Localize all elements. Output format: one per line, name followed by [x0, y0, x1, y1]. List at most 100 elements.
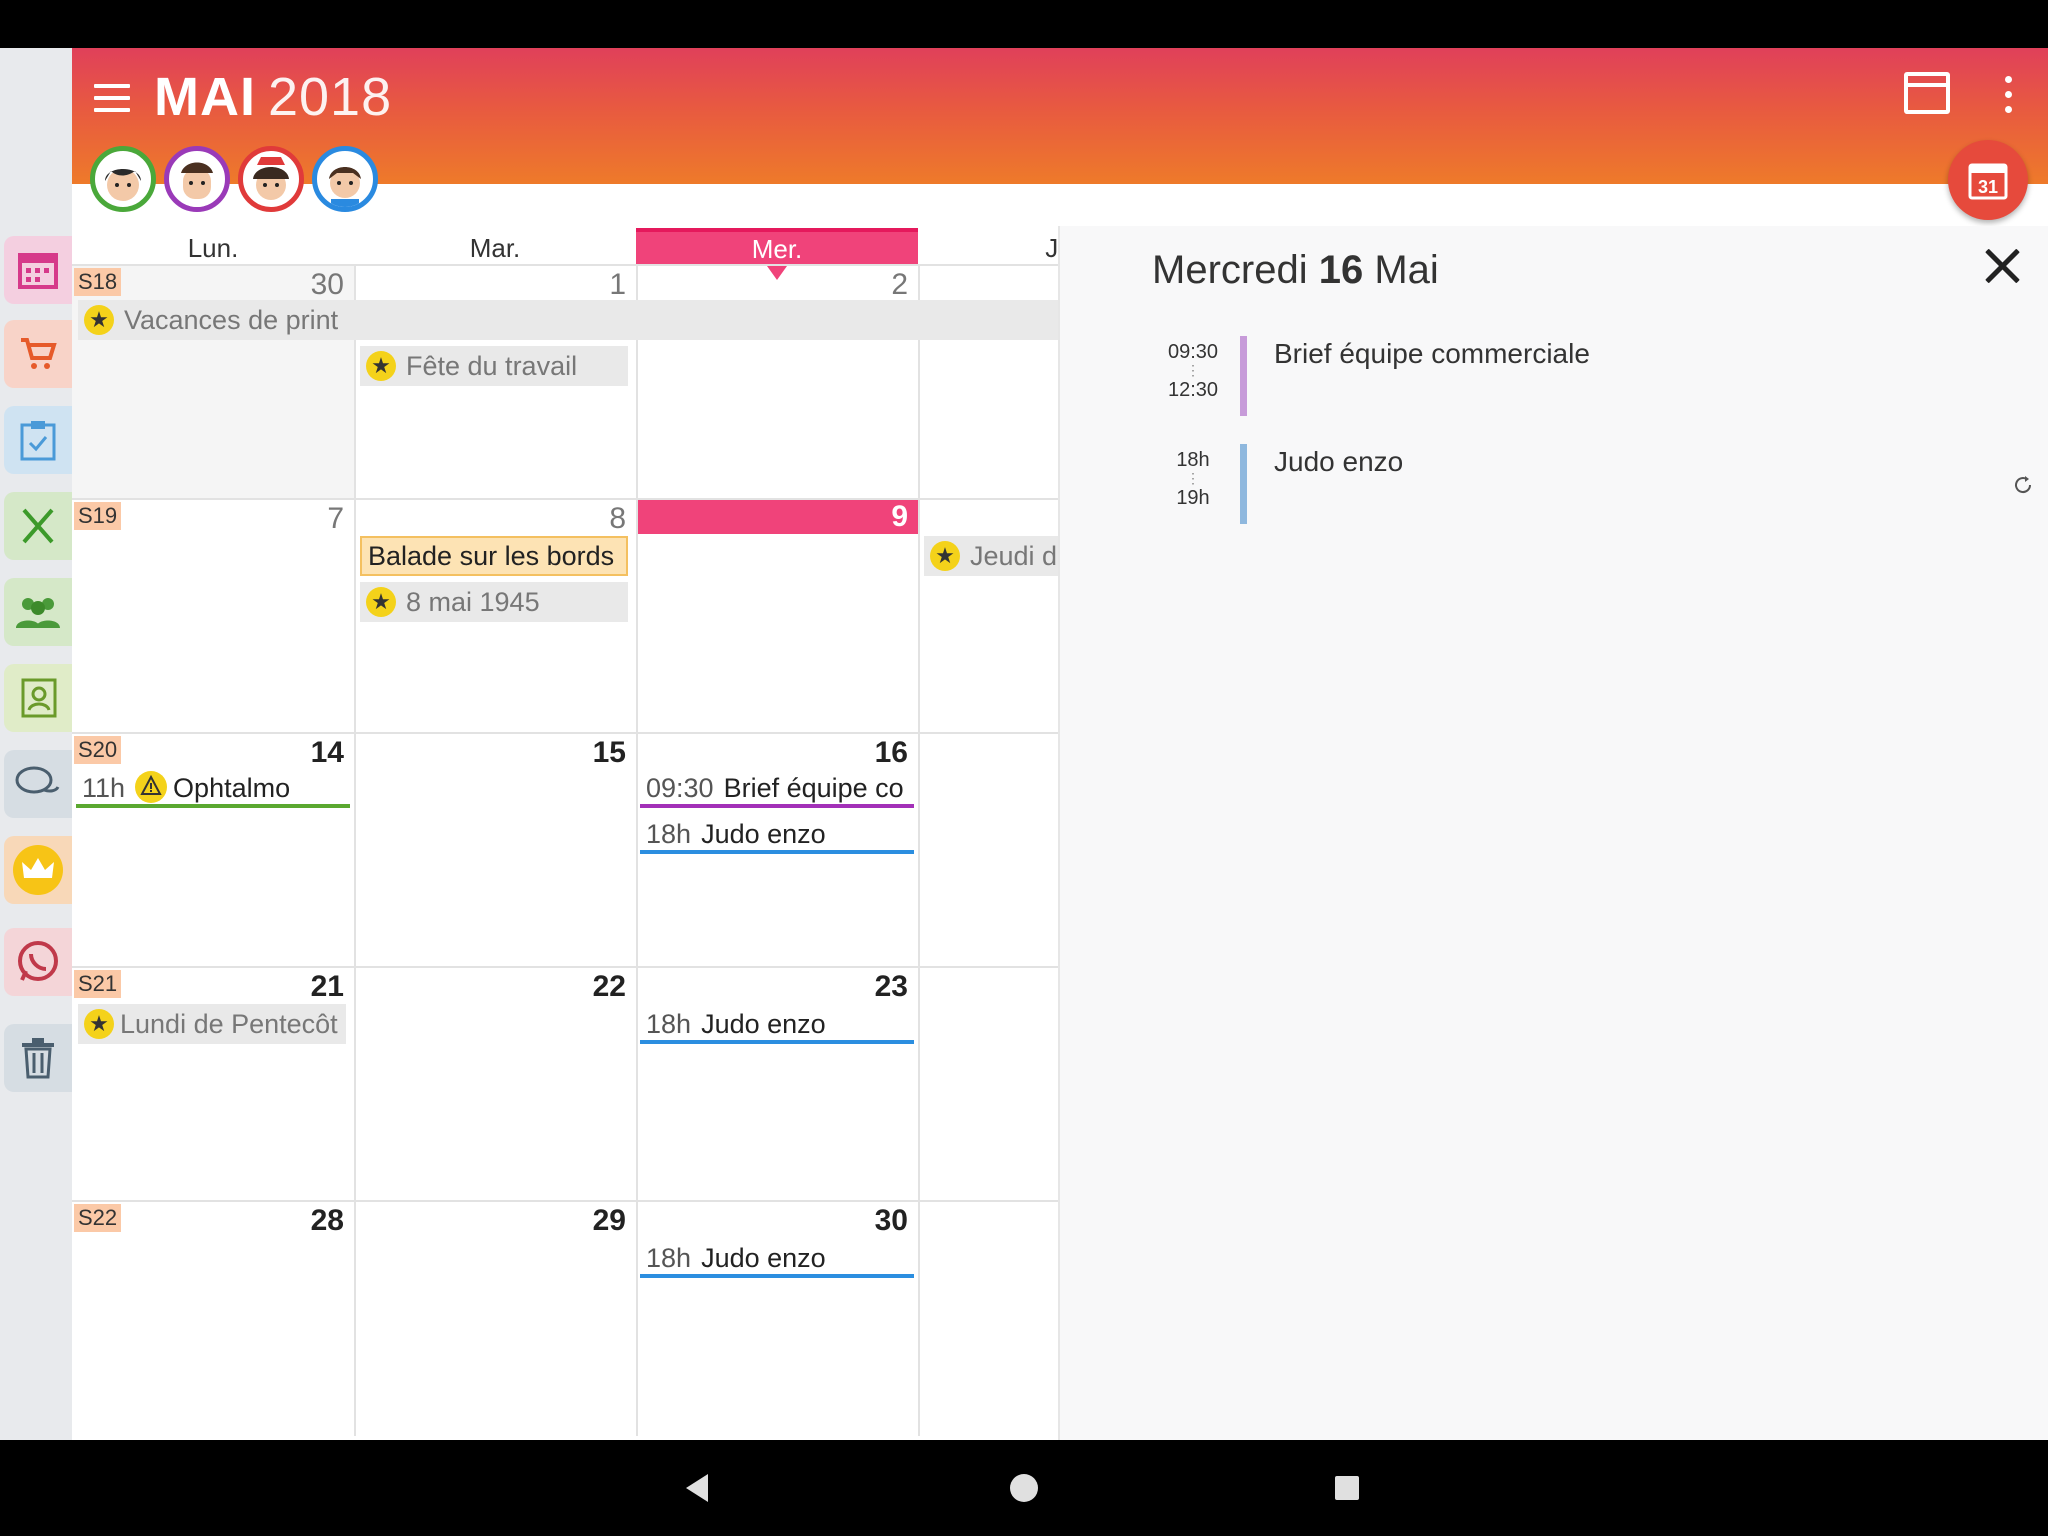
sidebar-item-shopping[interactable] [4, 320, 72, 388]
event-holiday[interactable]: ★ 8 mai 1945 [360, 582, 628, 622]
page-title[interactable]: MAI 2018 [154, 66, 392, 128]
event-time: 09:30 [646, 773, 714, 803]
event-judo[interactable]: 18h Judo enzo [640, 814, 914, 854]
avatar-man-icon [181, 162, 213, 207]
whatsapp-icon [18, 941, 58, 981]
day-number: 8 [609, 502, 626, 535]
star-icon: ★ [84, 305, 114, 335]
week-number: S22 [74, 1204, 122, 1232]
day-number: 23 [874, 970, 908, 1003]
star-icon: ★ [930, 541, 960, 571]
panel-event[interactable]: 18h ⋮ 19h Judo enzo [1164, 444, 2034, 524]
day-number: 16 [874, 736, 908, 769]
sidebar-item-premium[interactable] [4, 836, 72, 904]
day-number: 2 [891, 268, 908, 301]
sidebar-item-contacts[interactable] [4, 664, 72, 732]
event-label: 8 mai 1945 [406, 587, 540, 617]
more-options-icon[interactable] [2002, 76, 2014, 118]
avatar-girl-icon [253, 157, 289, 200]
day-number: 28 [310, 1204, 344, 1237]
event-judo[interactable]: 18h Judo enzo [640, 1004, 914, 1044]
day-number: 15 [592, 736, 626, 769]
event-title: Judo enzo [1274, 446, 1404, 477]
weekday-label: Lun. [187, 233, 239, 263]
event-holiday-band[interactable]: ★ Vacances de print [78, 300, 1104, 340]
event-color-bar [1240, 336, 1247, 416]
month-grid: Lun. Mar. Mer. Je S18 30 1 2 ★ Vacances d… [72, 228, 1104, 1440]
event-color-bar [1240, 444, 1247, 524]
event-label: Judo enzo [701, 1009, 826, 1039]
day-cell[interactable]: 22 [354, 968, 636, 1202]
chat-icon [15, 766, 60, 794]
event-label: Judo enzo [701, 819, 826, 849]
day-cell[interactable]: 29 [354, 1202, 636, 1436]
event-balade[interactable]: Balade sur les bords [360, 536, 628, 576]
close-icon[interactable] [1980, 244, 2024, 288]
star-icon: ★ [84, 1009, 114, 1039]
calendar-today-icon: 31 [1968, 163, 2008, 200]
event-time-range: 09:30 ⋮ 12:30 [1167, 341, 1219, 401]
avatar-boy-icon [329, 167, 361, 207]
event-ophtalmo[interactable]: 11h Ophtalmo [76, 768, 350, 808]
sidebar-item-trash[interactable] [4, 1024, 72, 1092]
day-cell[interactable]: S19 7 [72, 500, 354, 734]
crown-icon [13, 845, 63, 895]
day-number: 30 [874, 1204, 908, 1237]
panel-weekday: Mercredi [1152, 248, 1308, 292]
event-judo[interactable]: 18h Judo enzo [640, 1238, 914, 1278]
day-cell[interactable]: 15 [354, 734, 636, 968]
panel-title: Mercredi 16 Mai [1152, 248, 1439, 293]
day-number: 1 [609, 268, 626, 301]
panel-month: Mai [1374, 248, 1439, 292]
panel-day: 16 [1318, 248, 1364, 292]
event-start: 18h [1176, 449, 1210, 471]
day-number: 14 [310, 736, 344, 769]
sidebar-item-calendar[interactable] [4, 236, 72, 304]
event-brief[interactable]: 09:30 Brief équipe co [640, 768, 914, 808]
app-sidebar [0, 48, 72, 1440]
calendar-view-icon[interactable] [1904, 72, 1950, 114]
day-number: 21 [310, 970, 344, 1003]
avatar[interactable] [90, 146, 156, 212]
fork-knife-icon [22, 508, 54, 544]
week-row: S18 30 1 2 ★ Vacances de print ★ Fête du t… [72, 264, 1104, 500]
avatar[interactable] [312, 146, 378, 212]
avatar[interactable] [164, 146, 230, 212]
avatar-woman-icon [105, 169, 141, 201]
day-number: 30 [310, 268, 344, 301]
home-icon[interactable] [1010, 1474, 1038, 1502]
event-start: 09:30 [1167, 341, 1219, 363]
back-icon[interactable] [686, 1474, 708, 1502]
panel-event[interactable]: 09:30 ⋮ 12:30 Brief équipe commerciale [1164, 336, 2034, 416]
event-time: 18h [646, 1009, 692, 1039]
event-holiday[interactable]: ★ Fête du travail [360, 346, 628, 386]
event-end: 12:30 [1167, 379, 1219, 401]
week-number: S20 [74, 736, 122, 764]
sidebar-item-meals[interactable] [4, 492, 72, 560]
today-button[interactable]: 31 [1948, 140, 2028, 220]
menu-icon[interactable] [94, 84, 130, 114]
day-number-today: 9 [638, 500, 918, 534]
day-cell[interactable]: S22 28 [72, 1202, 354, 1436]
week-row: S21 21 22 23 ★ Lundi de Pentecôt 18h Judo … [72, 966, 1104, 1202]
title-year: 2018 [267, 67, 393, 127]
trash-icon [22, 1038, 54, 1079]
event-label: Fête du travail [406, 351, 578, 381]
day-number: 29 [592, 1204, 626, 1237]
sidebar-item-family[interactable] [4, 578, 72, 646]
sidebar-item-whatsapp[interactable] [4, 928, 72, 996]
day-cell-today[interactable]: 9 [636, 500, 918, 734]
week-row: S20 14 15 16 11h Ophtalmo 09:30 Brief équi… [72, 732, 1104, 968]
avatar[interactable] [238, 146, 304, 212]
sidebar-item-tasks[interactable] [4, 406, 72, 474]
day-number: 7 [327, 502, 344, 535]
event-label: Lundi de Pentecôt [120, 1009, 338, 1039]
recent-apps-icon[interactable] [1335, 1476, 1359, 1500]
day-number: 22 [592, 970, 626, 1003]
title-month: MAI [154, 67, 256, 127]
event-holiday[interactable]: ★ Lundi de Pentecôt [78, 1004, 346, 1044]
calendar-icon [18, 253, 58, 289]
family-avatars [90, 146, 378, 216]
sidebar-item-messages[interactable] [4, 750, 72, 818]
today-day-number: 31 [1978, 177, 1998, 197]
